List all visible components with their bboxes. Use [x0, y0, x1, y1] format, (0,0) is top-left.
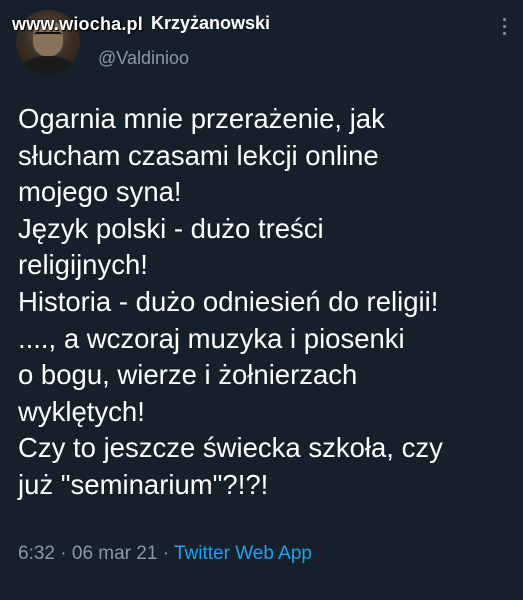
tweet-text: Ogarnia mnie przerażenie, jak słucham cz… — [18, 103, 443, 500]
tweet-meta: 6:32 · 06 mar 21 · Twitter Web App — [18, 543, 312, 565]
more-options-icon[interactable] — [496, 14, 512, 42]
tweet-date[interactable]: 06 mar 21 — [72, 543, 158, 564]
author-display-name[interactable]: Krzyżanowski — [151, 13, 270, 34]
tweet-card: www.wiocha.pl Krzyżanowski @Valdinioo Og… — [0, 0, 523, 600]
tweet-time[interactable]: 6:32 — [18, 543, 55, 564]
author-handle[interactable]: @Valdinioo — [98, 48, 189, 69]
watermark: www.wiocha.pl — [12, 14, 143, 34]
tweet-source-link[interactable]: Twitter Web App — [174, 543, 312, 564]
avatar-shoulders — [20, 56, 76, 74]
meta-separator: · — [162, 543, 170, 564]
meta-separator: · — [60, 543, 67, 564]
